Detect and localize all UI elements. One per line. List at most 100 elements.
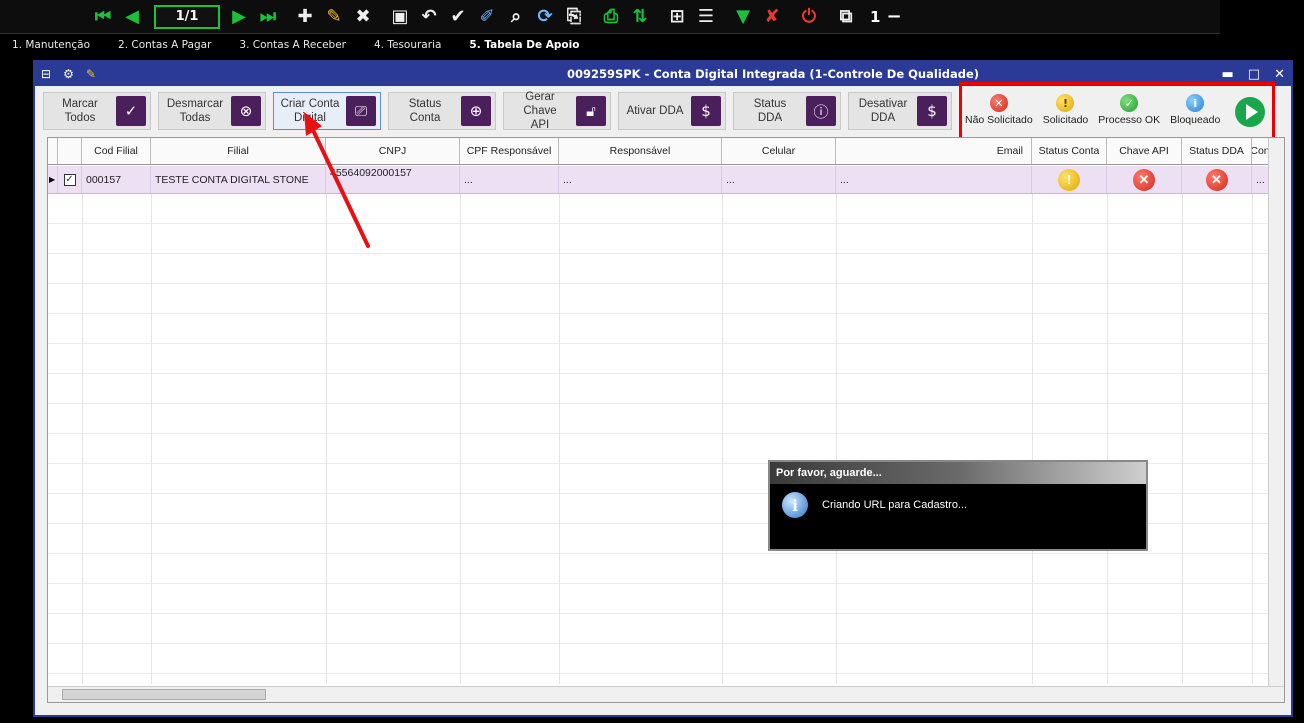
gerar-chave-label-2: API	[530, 119, 550, 131]
menu-item-manutencao[interactable]: 1. Manutenção	[12, 39, 90, 51]
grid-header: Cod Filial Filial CNPJ CPF Responsável R…	[48, 138, 1269, 165]
x-circle-icon: ⊗	[231, 96, 261, 126]
cell-filial: TESTE CONTA DIGITAL STONE	[151, 166, 326, 193]
cell-chave-api: ✕	[1107, 166, 1182, 193]
menu-item-contas-a-receber[interactable]: 3. Contas A Receber	[239, 39, 346, 51]
search-icon[interactable]: ⌕	[503, 4, 529, 30]
horizontal-scrollbar[interactable]	[48, 686, 1284, 702]
menu-item-tabela-de-apoio[interactable]: 5. Tabela De Apoio	[469, 39, 579, 51]
col-cpf-responsavel[interactable]: CPF Responsável	[460, 138, 559, 164]
status-dda-label: Status DDA	[753, 98, 787, 124]
desativar-dda-button[interactable]: Desativar DDA $	[848, 92, 952, 130]
sort-icon[interactable]: ⇅	[627, 4, 653, 30]
conta-digital-window: ⊟ ⚙ ✎ 009259SPK - Conta Digital Integrad…	[33, 60, 1293, 717]
save-disk-icon[interactable]: ▣	[387, 4, 413, 30]
window-menu-icon[interactable]: ⊟	[41, 67, 51, 81]
gerar-chave-api-button[interactable]: Gerar Chave API 🔓︎	[503, 91, 611, 131]
status-legend: ✕ Não Solicitado ! Solicitado ✓ Processo…	[965, 94, 1268, 130]
col-celular[interactable]: Celular	[722, 138, 836, 164]
edit-pencil-icon[interactable]: ✎	[321, 4, 347, 30]
marcar-todos-button[interactable]: Marcar Todos ✓	[43, 92, 151, 130]
cell-email: ...	[836, 166, 1032, 193]
green-check-icon: ✓	[1120, 94, 1139, 112]
legend-label: Solicitado	[1042, 114, 1089, 126]
criar-conta-digital-button[interactable]: Criar Conta Digital ⎚	[273, 92, 381, 130]
legend-label: Não Solicitado	[965, 114, 1033, 126]
first-record-icon[interactable]: ⏮	[90, 4, 116, 30]
col-status-dda[interactable]: Status DDA	[1182, 138, 1252, 164]
next-arrow-button[interactable]	[1232, 94, 1268, 130]
exit-power-icon[interactable]: ⏻	[796, 4, 822, 30]
preview-icon[interactable]: ⎘	[561, 4, 587, 30]
info-circle-icon: ⓘ	[806, 96, 836, 126]
blue-info-icon: i	[1186, 94, 1205, 112]
filter-icon[interactable]: ▼	[730, 4, 756, 30]
cell-responsavel: ...	[559, 166, 722, 193]
clear-filter-icon[interactable]: ✘	[759, 4, 785, 30]
check-circle-icon: ✓	[116, 96, 146, 126]
yellow-exclamation-icon: !	[1056, 94, 1075, 112]
window-tools-icon[interactable]: ✎	[86, 67, 96, 81]
grid-divider	[722, 194, 723, 684]
grid-divider	[1107, 194, 1108, 684]
grid-empty-rows	[48, 194, 1284, 684]
window-switch-icon[interactable]: ⧉	[833, 4, 859, 30]
grid-divider	[460, 194, 461, 684]
desmarcar-todas-label-2: Todas	[179, 112, 211, 124]
col-email[interactable]: Email	[836, 138, 1032, 164]
col-status-conta[interactable]: Status Conta	[1032, 138, 1107, 164]
cell-celular: ...	[722, 166, 836, 193]
status-conta-button[interactable]: Status Conta ⊕	[388, 92, 496, 130]
status-conta-label-2: Conta	[409, 112, 441, 124]
list-icon[interactable]: ☰	[693, 4, 719, 30]
cell-con: ...	[1252, 166, 1269, 193]
refresh-icon[interactable]: ⟳	[532, 4, 558, 30]
app-root: ⏮ ◀ 1/1 ▶ ⏭ ✚ ✎ ✖ ▣ ↶ ✔ ✐ ⌕ ⟳ ⎘ ⎙ ⇅ ⊞ ☰ …	[0, 0, 1304, 723]
vertical-scrollbar[interactable]	[1268, 138, 1284, 686]
legend-bloqueado: i Bloqueado	[1170, 94, 1220, 126]
export-icon[interactable]: ⊞	[664, 4, 690, 30]
col-cod-filial[interactable]: Cod Filial	[82, 138, 151, 164]
row-indicator: ▶	[48, 166, 58, 193]
confirm-check-icon[interactable]: ✔	[445, 4, 471, 30]
close-icon[interactable]: ✕	[1274, 67, 1285, 82]
desativar-dda-label-2: DDA	[870, 112, 896, 124]
marcar-todos-label-1: Marcar	[62, 98, 98, 110]
cell-cnpj: 45564092000157	[326, 166, 460, 193]
status-dda-button[interactable]: Status DDA ⓘ	[733, 92, 841, 130]
grid-divider	[559, 194, 560, 684]
wait-dialog: Por favor, aguarde... i Criando URL para…	[768, 460, 1148, 551]
status-conta-label-1: Status	[408, 98, 442, 110]
row-checkbox[interactable]: ✓	[63, 173, 76, 186]
globe-icon: ⊕	[461, 96, 491, 126]
info-icon: i	[782, 492, 808, 518]
col-chave-api[interactable]: Chave API	[1107, 138, 1182, 164]
desmarcar-todas-button[interactable]: Desmarcar Todas ⊗	[158, 92, 266, 130]
print-icon[interactable]: ⎙	[598, 4, 624, 30]
wait-dialog-message: Criando URL para Cadastro...	[822, 499, 968, 511]
marcar-todos-label-2: Todos	[64, 112, 96, 124]
col-responsavel[interactable]: Responsável	[559, 138, 722, 164]
menu-item-tesouraria[interactable]: 4. Tesouraria	[374, 39, 441, 51]
minimize-icon[interactable]: ▬	[1222, 67, 1234, 82]
prev-record-icon[interactable]: ◀	[119, 4, 145, 30]
collapse-minus-icon[interactable]: −	[886, 6, 901, 27]
menu-item-contas-a-pagar[interactable]: 2. Contas A Pagar	[118, 39, 211, 51]
col-cnpj[interactable]: CNPJ	[326, 138, 460, 164]
maximize-icon[interactable]: □	[1248, 67, 1260, 82]
add-icon[interactable]: ✚	[292, 4, 318, 30]
clear-brush-icon[interactable]: ✐	[474, 4, 500, 30]
delete-x-icon[interactable]: ✖	[350, 4, 376, 30]
next-record-icon[interactable]: ▶	[226, 4, 252, 30]
col-con[interactable]: Con	[1252, 138, 1269, 164]
window-options-icon[interactable]: ⚙	[63, 67, 74, 81]
col-filial[interactable]: Filial	[151, 138, 326, 164]
criar-conta-label-1: Criar Conta	[280, 98, 340, 110]
legend-nao-solicitado: ✕ Não Solicitado	[965, 94, 1033, 126]
grid-divider	[1032, 194, 1033, 684]
undo-icon[interactable]: ↶	[416, 4, 442, 30]
ativar-dda-button[interactable]: Ativar DDA $	[618, 92, 726, 130]
last-record-icon[interactable]: ⏭	[255, 4, 281, 30]
horizontal-scroll-thumb[interactable]	[62, 689, 266, 700]
table-row[interactable]: ▶ ✓ 000157 TESTE CONTA DIGITAL STONE 455…	[48, 166, 1269, 194]
